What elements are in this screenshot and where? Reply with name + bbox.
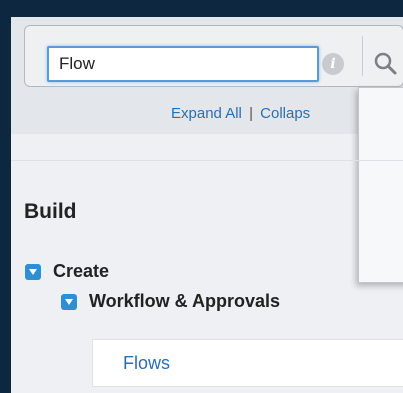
- info-icon[interactable]: i: [322, 53, 344, 75]
- tree-node-label: Workflow & Approvals: [89, 291, 281, 311]
- tree-node-workflow-approvals[interactable]: Workflow & Approvals: [61, 291, 280, 312]
- flows-link[interactable]: Flows: [123, 353, 170, 374]
- tree-node-create[interactable]: Create: [25, 261, 109, 282]
- search-suggestions-dropdown[interactable]: [358, 87, 403, 283]
- collapse-all-link[interactable]: Collaps: [260, 105, 310, 122]
- tree-node-label: Create: [53, 261, 110, 281]
- separator: |: [249, 105, 253, 122]
- setup-sidebar: i Expand All | Collaps Build Create Work…: [11, 17, 403, 393]
- search-icon: [374, 52, 397, 75]
- quick-find-box: i: [24, 25, 403, 87]
- quick-find-input[interactable]: [47, 46, 319, 82]
- triangle-down-icon[interactable]: [25, 263, 41, 280]
- tree-leaf-flows[interactable]: Flows: [92, 339, 403, 387]
- section-divider: [11, 160, 403, 161]
- triangle-down-icon[interactable]: [61, 293, 77, 310]
- search-button[interactable]: [366, 44, 403, 84]
- expand-all-link[interactable]: Expand All: [171, 105, 242, 122]
- divider: [362, 36, 363, 76]
- section-title-build: Build: [24, 200, 77, 223]
- quick-find-area: i Expand All | Collaps: [11, 17, 403, 134]
- tree-controls: Expand All | Collaps: [171, 105, 310, 122]
